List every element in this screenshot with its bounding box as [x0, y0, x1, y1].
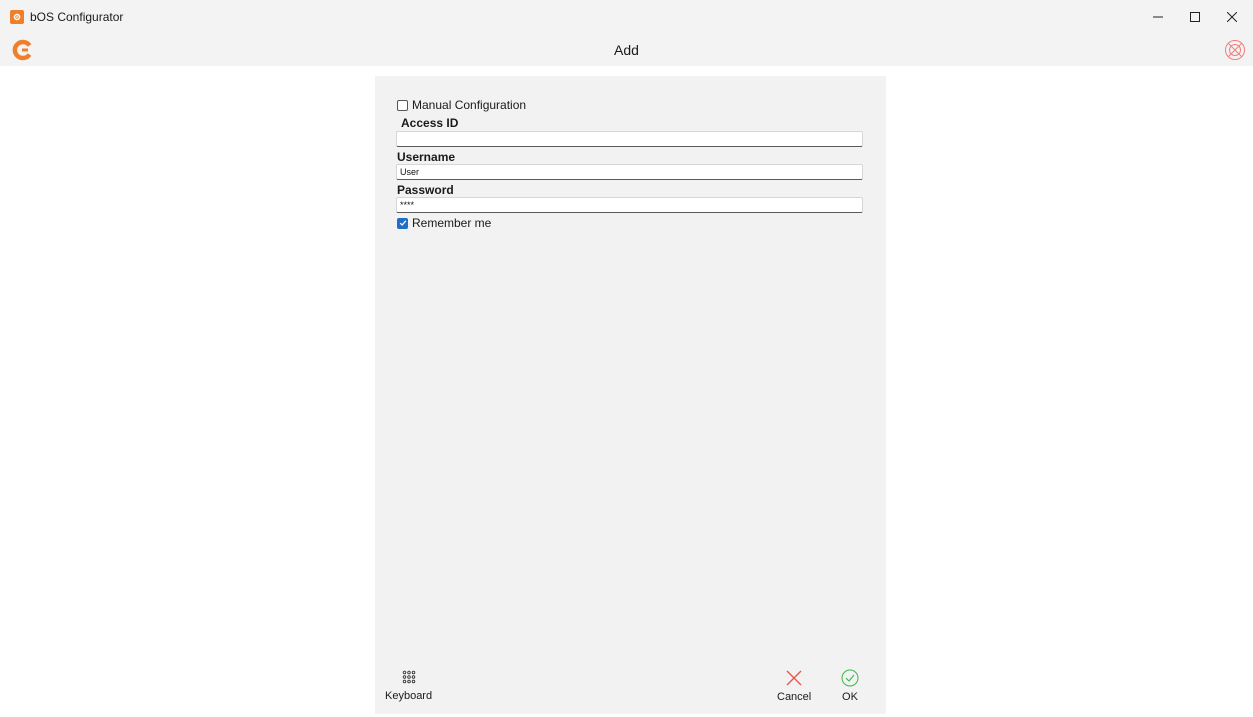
cancel-button[interactable]: Cancel: [777, 669, 811, 704]
ok-label: OK: [842, 691, 858, 703]
access-id-input[interactable]: [396, 131, 863, 147]
maximize-icon: [1190, 12, 1200, 22]
access-id-label: Access ID: [401, 116, 459, 130]
close-button[interactable]: [1215, 0, 1249, 34]
maximize-button[interactable]: [1178, 0, 1212, 34]
app-gear-icon: [10, 10, 24, 24]
page-header: Add: [0, 34, 1253, 66]
remember-me-checkbox[interactable]: Remember me: [397, 216, 491, 230]
password-input[interactable]: ****: [396, 197, 863, 213]
cancel-x-icon: [786, 670, 802, 686]
window-title: bOS Configurator: [30, 10, 124, 24]
username-input[interactable]: User: [396, 164, 863, 180]
cancel-label: Cancel: [777, 691, 812, 703]
manual-configuration-label: Manual Configuration: [412, 98, 527, 112]
keyboard-label: Keyboard: [385, 690, 433, 702]
keyboard-button[interactable]: Keyboard: [385, 670, 432, 703]
checkmark-icon: [399, 220, 406, 226]
password-label: Password: [397, 183, 454, 197]
keyboard-icon: [402, 670, 415, 684]
manual-configuration-checkbox[interactable]: Manual Configuration: [397, 98, 526, 112]
remember-me-checkbox-box[interactable]: [397, 217, 408, 229]
ok-check-circle-icon: [841, 669, 859, 687]
close-icon: [1227, 12, 1237, 22]
ok-button[interactable]: OK: [841, 669, 859, 704]
manual-configuration-checkbox-box[interactable]: [397, 99, 408, 111]
username-label: Username: [397, 150, 456, 164]
remember-me-label: Remember me: [412, 216, 492, 230]
window-titlebar: bOS Configurator: [0, 0, 1253, 34]
minimize-button[interactable]: [1141, 0, 1175, 34]
page-title: Add: [614, 42, 639, 58]
add-form-panel: Manual Configuration Access ID Username …: [375, 76, 886, 714]
power-close-icon[interactable]: [1224, 39, 1246, 61]
minimize-icon: [1153, 16, 1163, 18]
